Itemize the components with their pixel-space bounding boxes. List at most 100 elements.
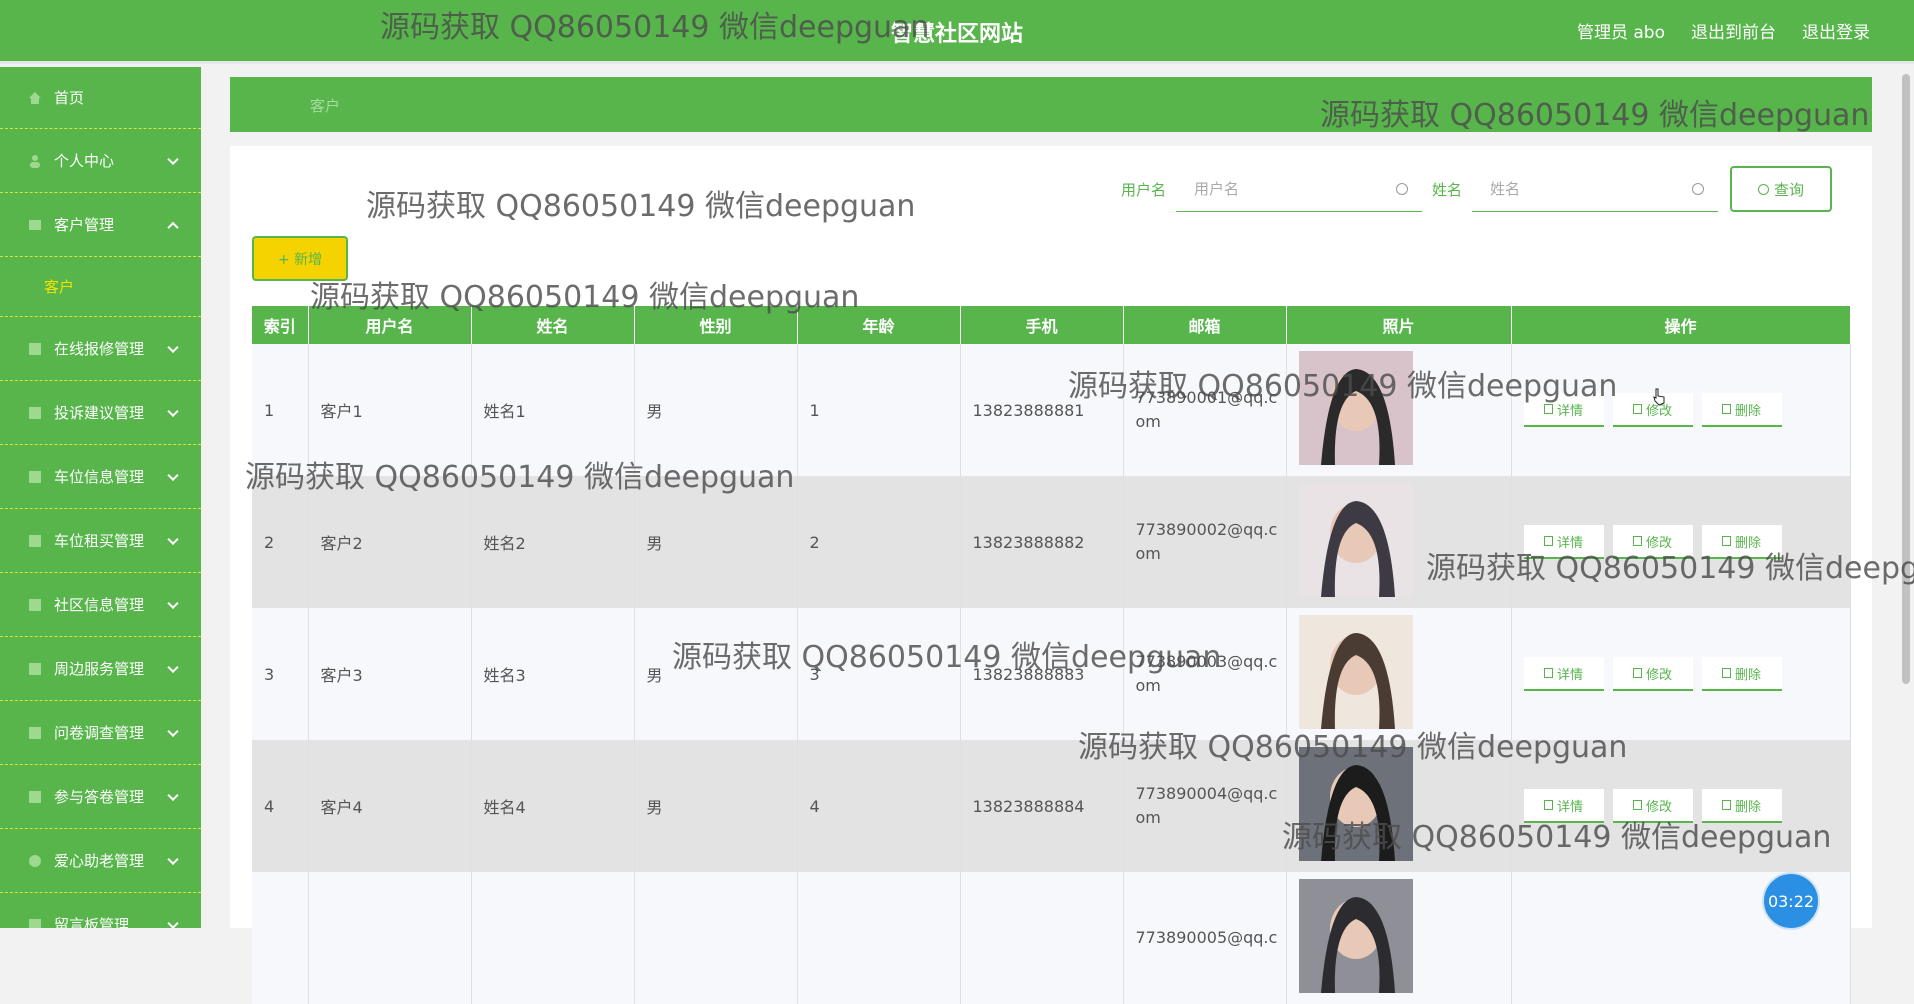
column-header: 姓名	[471, 306, 635, 344]
sidebar-item-message-board[interactable]: 留言板管理	[0, 893, 201, 928]
trash-icon	[1721, 800, 1731, 810]
photo-thumbnail[interactable]	[1298, 879, 1413, 993]
query-button-label: 查询	[1773, 180, 1804, 199]
document-icon	[1543, 800, 1553, 810]
edit-label: 修改	[1645, 535, 1672, 551]
cell-name: 姓名2	[471, 476, 635, 608]
scrollbar[interactable]	[1902, 74, 1910, 684]
delete-button[interactable]: 删除	[1701, 525, 1782, 559]
cell-email: 773890005@qq.c	[1123, 872, 1287, 1004]
sidebar-item-label: 留言板管理	[54, 916, 130, 928]
delete-button[interactable]: 删除	[1701, 393, 1782, 427]
chevron-down-icon	[167, 153, 179, 165]
chevron-down-icon	[167, 917, 179, 928]
sidebar-item-complaint[interactable]: 投诉建议管理	[0, 381, 201, 445]
sidebar-item-label: 投诉建议管理	[54, 404, 145, 422]
name-search-input[interactable]: 姓名	[1472, 166, 1718, 212]
table-row: 4 客户4 姓名4 男 4 13823888884 773890004@qq.com 详情 修改…	[252, 740, 1851, 872]
info-icon	[28, 598, 42, 612]
detail-button[interactable]: 详情	[1523, 789, 1604, 823]
sidebar-item-home[interactable]: 首页	[0, 67, 201, 129]
edit-button[interactable]: 修改	[1612, 657, 1693, 691]
cell-gender: 男	[634, 344, 798, 476]
cell-username: 客户1	[308, 344, 472, 476]
column-header: 手机	[960, 306, 1124, 344]
detail-label: 详情	[1556, 667, 1583, 683]
customer-table: 索引 用户名 姓名 性别 年龄 手机 邮箱 照片 操作 1 客户1 姓名1 男 1 138…	[252, 306, 1851, 1004]
sidebar-item-label: 爱心助老管理	[54, 852, 145, 870]
cell-age: 1	[797, 344, 961, 476]
cell-index: 1	[252, 344, 309, 476]
chevron-down-icon	[167, 341, 179, 353]
query-button[interactable]: 查询	[1730, 166, 1832, 212]
edit-label: 修改	[1645, 667, 1672, 683]
sidebar-item-parking-info[interactable]: 车位信息管理	[0, 445, 201, 509]
photo-thumbnail[interactable]	[1298, 747, 1413, 861]
search-icon	[1692, 183, 1704, 195]
admin-user-label: 管理员 abo	[1576, 23, 1665, 43]
cell-phone: 13823888883	[960, 608, 1124, 740]
cell-name: 姓名1	[471, 344, 635, 476]
cell-index: 3	[252, 608, 309, 740]
name-placeholder: 姓名	[1490, 180, 1521, 198]
table-row: 3 客户3 姓名3 男 3 13823888883 773890003@qq.com 详情 修改…	[252, 608, 1851, 740]
edit-icon	[1632, 668, 1642, 678]
detail-button[interactable]: 详情	[1523, 393, 1604, 427]
delete-button[interactable]: 删除	[1701, 789, 1782, 823]
column-header: 照片	[1286, 306, 1512, 344]
chevron-down-icon	[167, 597, 179, 609]
name-search-label: 姓名	[1431, 180, 1462, 199]
sidebar-item-community-info[interactable]: 社区信息管理	[0, 573, 201, 637]
add-button[interactable]: + 新增	[252, 236, 348, 281]
cell-gender: 男	[634, 608, 798, 740]
delete-label: 删除	[1734, 403, 1761, 419]
edit-button[interactable]: 修改	[1612, 525, 1693, 559]
sidebar-item-label: 在线报修管理	[54, 340, 145, 358]
sidebar-subitem-customer[interactable]: 客户	[0, 257, 201, 317]
sidebar-item-label: 车位信息管理	[54, 468, 145, 486]
hand-cursor-icon	[1653, 388, 1665, 406]
cell-phone: 13823888884	[960, 740, 1124, 872]
sidebar-item-repair[interactable]: 在线报修管理	[0, 317, 201, 381]
detail-button[interactable]: 详情	[1523, 657, 1604, 691]
logout-link[interactable]: 退出登录	[1802, 18, 1870, 43]
service-icon	[28, 662, 42, 676]
cell-gender	[634, 872, 798, 1004]
sidebar-item-parking-rent[interactable]: 车位租买管理	[0, 509, 201, 573]
cell-username: 客户3	[308, 608, 472, 740]
table-row: 2 客户2 姓名2 男 2 13823888882 773890002@qq.com 详情 修改…	[252, 476, 1851, 608]
username-search-input[interactable]: 用户名	[1175, 166, 1422, 212]
parking-icon	[28, 470, 42, 484]
detail-button[interactable]: 详情	[1523, 525, 1604, 559]
home-icon	[28, 91, 42, 105]
delete-button[interactable]: 删除	[1701, 657, 1782, 691]
chevron-down-icon	[167, 725, 179, 737]
sidebar-item-elder-care[interactable]: 爱心助老管理	[0, 829, 201, 893]
sidebar-item-personal[interactable]: 个人中心	[0, 129, 201, 193]
chevron-up-icon	[167, 221, 179, 233]
cell-username: 客户2	[308, 476, 472, 608]
username-placeholder: 用户名	[1193, 180, 1239, 198]
sidebar-item-label: 问卷调查管理	[54, 724, 145, 742]
photo-thumbnail[interactable]	[1298, 615, 1413, 729]
trash-icon	[1721, 536, 1731, 546]
breadcrumb-current: 客户	[310, 97, 341, 115]
sidebar-item-survey[interactable]: 问卷调查管理	[0, 701, 201, 765]
cell-photo	[1286, 872, 1512, 1004]
sidebar-item-customers[interactable]: 客户管理	[0, 193, 201, 257]
document-icon	[1543, 536, 1553, 546]
cell-age: 3	[797, 608, 961, 740]
users-icon	[28, 218, 42, 232]
photo-thumbnail[interactable]	[1298, 483, 1413, 597]
sidebar-item-answers[interactable]: 参与答卷管理	[0, 765, 201, 829]
timer-badge: 03:22	[1762, 872, 1820, 930]
photo-thumbnail[interactable]	[1298, 351, 1413, 465]
column-header: 年龄	[797, 306, 961, 344]
edit-button[interactable]: 修改	[1612, 789, 1693, 823]
cell-email: 773890003@qq.com	[1123, 608, 1287, 740]
cell-actions: 详情 修改 删除	[1511, 608, 1851, 740]
sidebar: 首页 个人中心 客户管理 客户 在线报修管理 投诉建议管理 车位信息管理 车位租…	[0, 67, 201, 928]
table-row: 1 客户1 姓名1 男 1 13823888881 773890001@qq.com 详情 修改…	[252, 344, 1851, 476]
exit-to-front-link[interactable]: 退出到前台	[1691, 18, 1776, 43]
sidebar-item-services[interactable]: 周边服务管理	[0, 637, 201, 701]
